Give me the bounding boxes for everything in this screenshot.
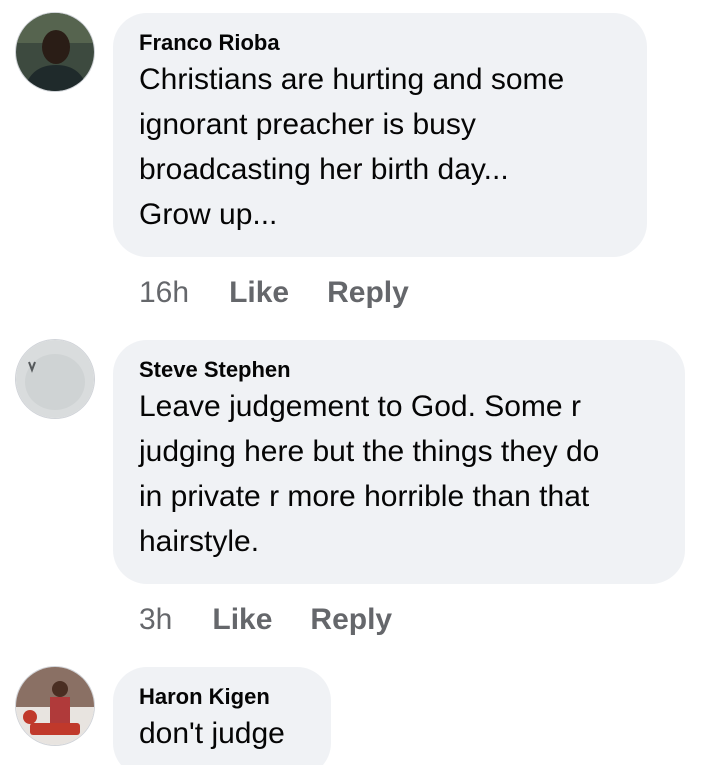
reply-button[interactable]: Reply — [310, 603, 392, 637]
comment-text: Christians are hurting and some ignorant… — [139, 63, 565, 231]
comment-meta: 16h Like Reply — [139, 273, 447, 313]
reply-button[interactable]: Reply — [327, 276, 409, 310]
profile-photo-icon — [16, 13, 94, 91]
comment-timestamp[interactable]: 3h — [139, 603, 172, 637]
comment-bubble: Haron Kigen don't judge — [113, 667, 331, 765]
comment-author[interactable]: Haron Kigen — [139, 683, 303, 711]
avatar[interactable] — [16, 13, 94, 91]
profile-photo-icon — [16, 340, 94, 418]
comment-thread: Franco Rioba Christians are hurting and … — [0, 0, 720, 765]
like-button[interactable]: Like — [212, 603, 272, 637]
comment-author[interactable]: Steve Stephen — [139, 356, 657, 384]
comment-author[interactable]: Franco Rioba — [139, 29, 619, 57]
comment-bubble: Steve Stephen Leave judgement to God. So… — [113, 340, 685, 584]
comment-text: don't judge — [139, 717, 285, 750]
profile-photo-icon — [16, 667, 94, 745]
like-button[interactable]: Like — [229, 276, 289, 310]
comment-text: Leave judgement to God. Some r judging h… — [139, 390, 600, 558]
comment-bubble: Franco Rioba Christians are hurting and … — [113, 13, 647, 257]
avatar[interactable] — [16, 340, 94, 418]
avatar[interactable] — [16, 667, 94, 745]
comment-meta: 3h Like Reply — [139, 600, 430, 640]
comment-timestamp[interactable]: 16h — [139, 276, 189, 310]
